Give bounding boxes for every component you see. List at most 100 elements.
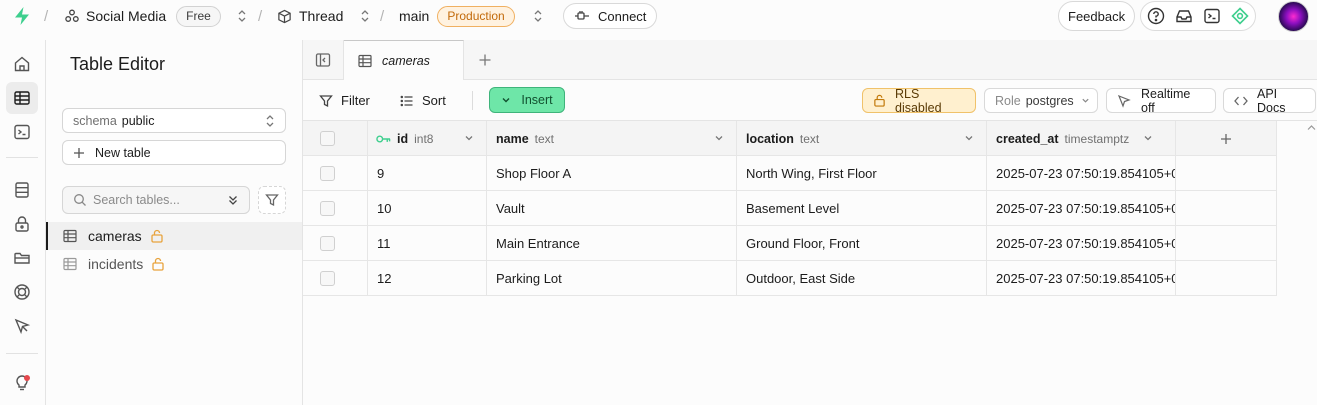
empty-cell — [1176, 156, 1277, 191]
column-name: location — [746, 131, 794, 146]
home-icon[interactable] — [6, 48, 38, 80]
table-row[interactable]: 10 Vault Basement Level 2025-07-23 07:50… — [303, 191, 1277, 226]
chevron-down-icon[interactable] — [464, 133, 474, 143]
feedback-button[interactable]: Feedback — [1058, 1, 1136, 31]
cursor-pointer-icon[interactable] — [6, 310, 38, 342]
top-bar: / Social Media Free / Thread / main Prod… — [0, 0, 1317, 32]
row-checkbox[interactable] — [320, 271, 335, 286]
help-icon[interactable] — [1147, 7, 1165, 25]
row-checkbox[interactable] — [320, 201, 335, 216]
table-row[interactable]: 12 Parking Lot Outdoor, East Side 2025-0… — [303, 261, 1277, 296]
connect-button[interactable]: Connect — [563, 3, 658, 29]
sql-editor-icon[interactable] — [6, 116, 38, 148]
cell-name[interactable]: Shop Floor A — [487, 156, 737, 191]
unlocked-icon — [151, 257, 165, 271]
collapse-sidebar-icon[interactable] — [303, 40, 344, 80]
table-row[interactable]: 9 Shop Floor A North Wing, First Floor 2… — [303, 156, 1277, 191]
chevron-down-icon[interactable] — [964, 133, 974, 143]
chevron-down-icon[interactable] — [714, 133, 724, 143]
filter-button[interactable]: Filter — [319, 88, 370, 113]
role-selector[interactable]: Role postgres — [984, 88, 1098, 113]
rls-disabled-button[interactable]: RLS disabled — [862, 86, 976, 115]
row-select-cell — [303, 156, 368, 191]
chevron-down-icon — [1081, 96, 1090, 105]
branch-switcher[interactable]: main Production — [399, 0, 543, 32]
sidebar-table-incidents[interactable]: incidents — [46, 250, 302, 278]
cell-location[interactable]: Outdoor, East Side — [737, 261, 987, 296]
cell-name[interactable]: Main Entrance — [487, 226, 737, 261]
cell-location[interactable]: North Wing, First Floor — [737, 156, 987, 191]
cell-location[interactable]: Ground Floor, Front — [737, 226, 987, 261]
role-label: Role — [995, 93, 1021, 108]
advisor-diamond-icon[interactable] — [1231, 7, 1249, 25]
new-table-label: New table — [95, 145, 151, 160]
cell-created-at[interactable]: 2025-07-23 07:50:19.854105+00 — [987, 226, 1176, 261]
rail-divider — [6, 157, 38, 158]
supabase-logo-icon[interactable] — [12, 0, 32, 32]
table-editor-icon[interactable] — [6, 82, 38, 114]
plus-icon — [1220, 133, 1232, 145]
avatar[interactable] — [1278, 0, 1309, 32]
cell-created-at[interactable]: 2025-07-23 07:50:19.854105+00 — [987, 191, 1176, 226]
org-icon — [64, 8, 80, 24]
cell-name[interactable]: Parking Lot — [487, 261, 737, 296]
tab-bar: cameras — [303, 40, 1317, 81]
column-header-name[interactable]: name text — [487, 121, 737, 156]
chevrons-down-icon[interactable] — [227, 194, 239, 206]
tab-cameras[interactable]: cameras — [344, 40, 464, 81]
auth-icon[interactable] — [6, 208, 38, 240]
column-header-created-at[interactable]: created_at timestamptz — [987, 121, 1176, 156]
cell-location[interactable]: Basement Level — [737, 191, 987, 226]
add-column-button[interactable] — [1176, 121, 1277, 156]
lightbulb-icon[interactable] — [6, 367, 38, 399]
org-name: Social Media — [86, 8, 167, 24]
rail-divider — [6, 353, 38, 354]
cell-id[interactable]: 12 — [368, 261, 487, 296]
search-tables-input[interactable]: Search tables... — [62, 186, 250, 214]
new-table-button[interactable]: New table — [62, 140, 286, 165]
column-header-id[interactable]: id int8 — [368, 121, 487, 156]
select-all-checkbox[interactable] — [320, 131, 335, 146]
project-switch-chevrons-icon[interactable] — [360, 9, 370, 23]
cell-id[interactable]: 11 — [368, 226, 487, 261]
api-docs-button[interactable]: API Docs — [1223, 87, 1316, 115]
row-select-cell — [303, 226, 368, 261]
terminal-icon[interactable] — [1203, 7, 1221, 25]
sort-button[interactable]: Sort — [400, 88, 446, 113]
schema-selector[interactable]: schema public — [62, 108, 286, 133]
org-switch-chevrons-icon[interactable] — [237, 9, 247, 23]
left-nav-rail — [0, 40, 46, 405]
database-icon[interactable] — [6, 174, 38, 206]
branch-switch-chevrons-icon[interactable] — [533, 9, 543, 23]
plan-badge: Free — [176, 5, 221, 27]
realtime-toggle-button[interactable]: Realtime off — [1106, 87, 1216, 115]
table-row[interactable]: 11 Main Entrance Ground Floor, Front 202… — [303, 226, 1277, 261]
filter-label: Filter — [341, 93, 370, 108]
org-switcher[interactable]: Social Media Free — [64, 0, 247, 32]
project-switcher[interactable]: Thread — [277, 0, 370, 32]
sidebar-table-cameras[interactable]: cameras — [46, 222, 302, 250]
top-icon-group — [1140, 1, 1256, 31]
insert-button[interactable]: Insert — [489, 87, 565, 113]
cell-name[interactable]: Vault — [487, 191, 737, 226]
rls-label: RLS disabled — [895, 86, 942, 115]
storage-icon[interactable] — [6, 242, 38, 274]
inbox-icon[interactable] — [1175, 7, 1193, 25]
scroll-up-arrow-icon[interactable] — [1307, 124, 1316, 131]
column-header-location[interactable]: location text — [737, 121, 987, 156]
row-checkbox[interactable] — [320, 236, 335, 251]
feedback-label: Feedback — [1068, 8, 1126, 24]
cell-created-at[interactable]: 2025-07-23 07:50:19.854105+00 — [987, 261, 1176, 296]
chevron-down-icon[interactable] — [1143, 133, 1153, 143]
row-checkbox[interactable] — [320, 166, 335, 181]
cell-created-at[interactable]: 2025-07-23 07:50:19.854105+00 — [987, 156, 1176, 191]
new-tab-plus-icon[interactable] — [473, 40, 497, 80]
column-type: int8 — [414, 131, 434, 146]
table-icon — [358, 54, 372, 68]
realtime-icon[interactable] — [6, 276, 38, 308]
cell-id[interactable]: 9 — [368, 156, 487, 191]
filter-tables-button[interactable] — [258, 186, 286, 214]
unlocked-icon — [873, 94, 886, 107]
production-badge: Production — [437, 5, 515, 27]
cell-id[interactable]: 10 — [368, 191, 487, 226]
